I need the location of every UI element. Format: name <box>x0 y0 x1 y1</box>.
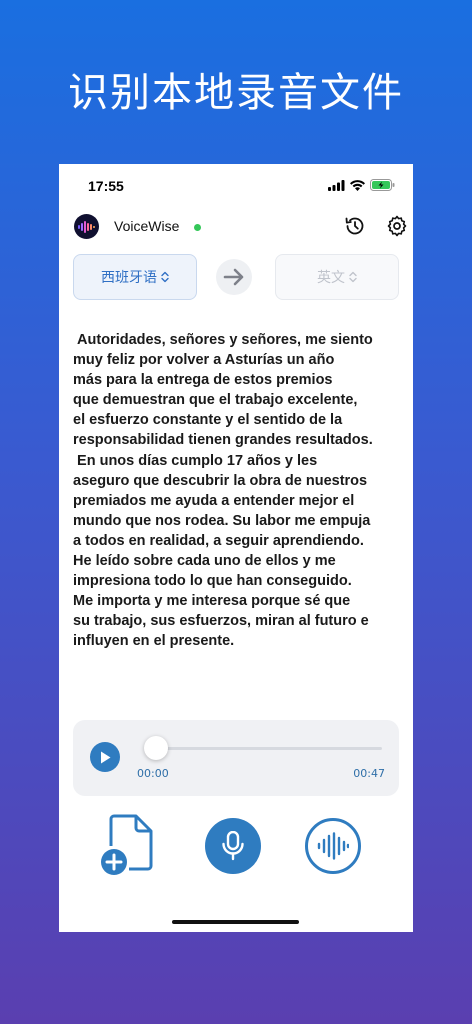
signal-icon <box>328 179 345 191</box>
online-status-dot <box>194 224 201 231</box>
microphone-icon <box>222 831 244 861</box>
phone-screen: 17:55 VoiceWise 西班牙语 英文 Autoridades, señ… <box>59 164 413 932</box>
progress-track[interactable] <box>150 747 382 750</box>
app-name: VoiceWise <box>114 218 180 234</box>
waveform-icon <box>317 832 349 860</box>
chevron-updown-icon <box>161 271 169 283</box>
history-icon[interactable] <box>343 214 367 238</box>
realtime-transcribe-button[interactable] <box>305 818 361 874</box>
status-time: 17:55 <box>88 178 124 194</box>
source-language-label: 西班牙语 <box>101 270 157 286</box>
app-logo <box>74 214 99 239</box>
current-time: 00:00 <box>137 767 169 780</box>
play-icon <box>101 751 111 763</box>
target-language-select[interactable]: 英文 <box>275 254 399 300</box>
add-file-icon[interactable] <box>99 812 161 878</box>
language-selector-row: 西班牙语 英文 <box>59 254 413 300</box>
app-header: VoiceWise <box>59 212 413 242</box>
page-headline: 识别本地录音文件 <box>68 70 404 116</box>
gear-icon[interactable] <box>385 214 409 238</box>
total-time: 00:47 <box>353 767 385 780</box>
app-logo-waveform-icon <box>78 220 95 233</box>
audio-player: 00:00 00:47 <box>73 720 399 796</box>
target-language-label: 英文 <box>317 270 345 286</box>
home-indicator <box>172 920 299 924</box>
swap-language-button[interactable] <box>216 259 252 295</box>
play-button[interactable] <box>90 742 120 772</box>
status-bar: 17:55 <box>59 164 413 208</box>
battery-charging-icon <box>370 179 395 191</box>
record-button[interactable] <box>205 818 261 874</box>
status-icons <box>328 179 395 191</box>
arrow-right-icon <box>223 268 244 286</box>
chevron-updown-icon <box>349 271 357 283</box>
source-language-select[interactable]: 西班牙语 <box>73 254 197 300</box>
transcript-text: Autoridades, señores y señores, me sient… <box>73 332 373 650</box>
action-bar <box>59 810 413 880</box>
wifi-icon <box>350 179 365 191</box>
progress-thumb[interactable] <box>144 736 168 760</box>
